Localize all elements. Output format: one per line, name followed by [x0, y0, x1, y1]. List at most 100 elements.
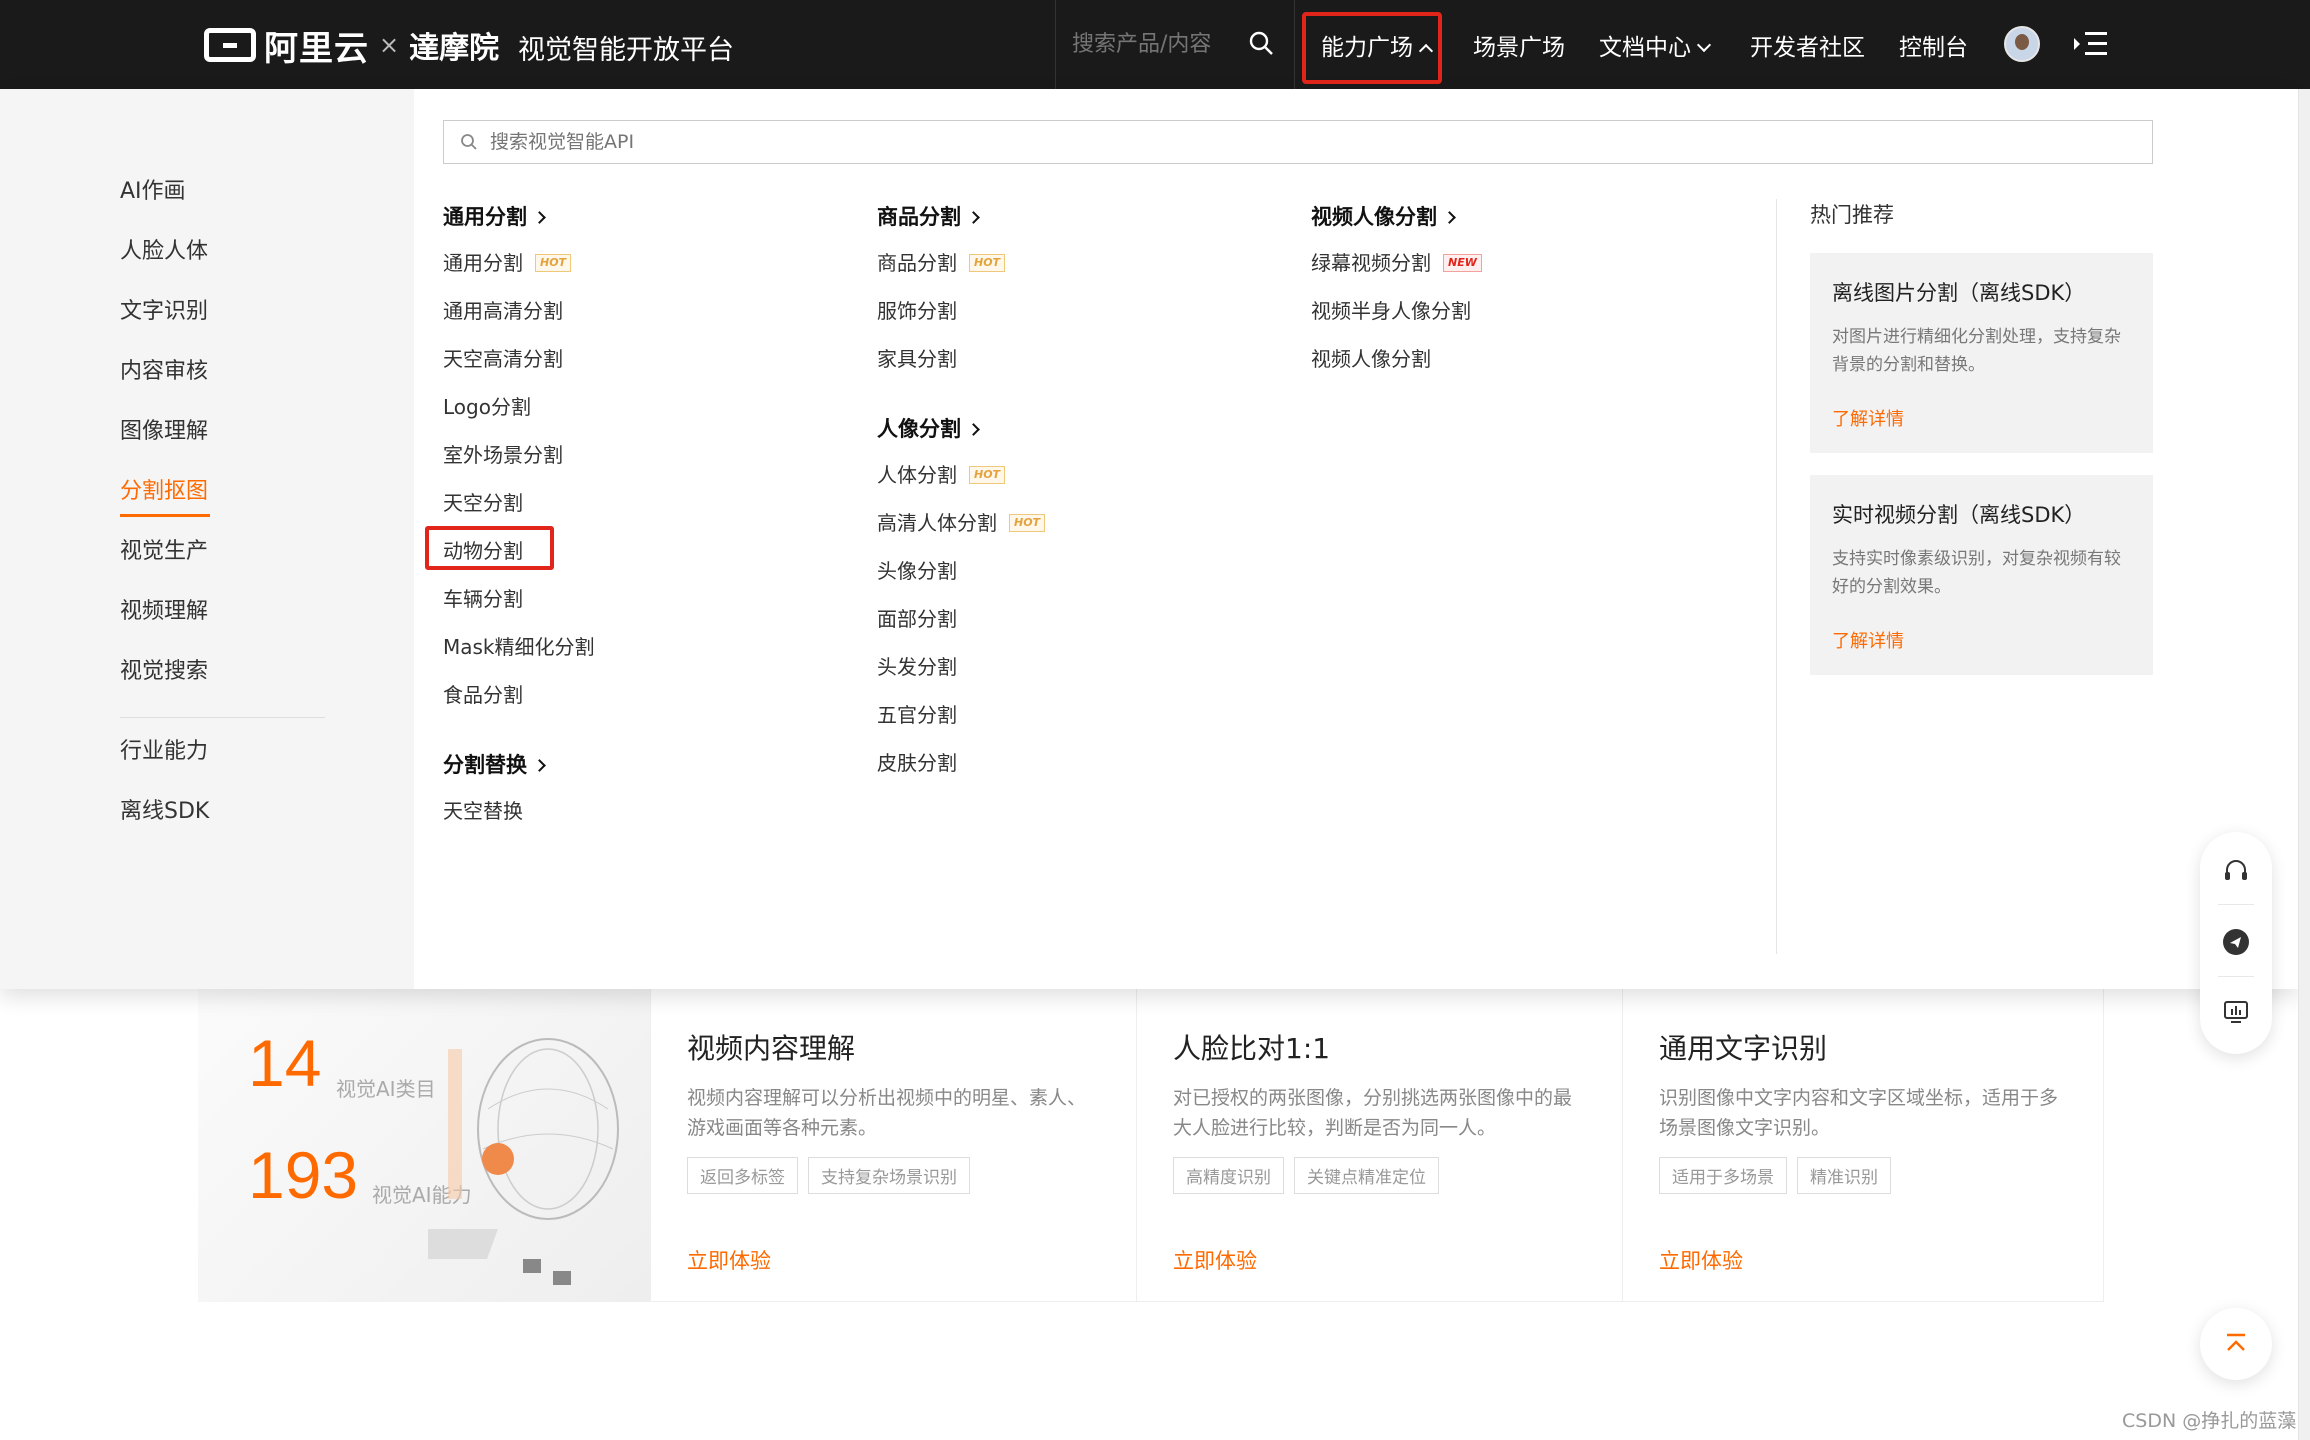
product-card[interactable]: 人脸比对1:1 对已授权的两张图像，分别挑选两张图像中的最大人脸进行比较，判断是…	[1136, 989, 1622, 1302]
product-card[interactable]: 通用文字识别 识别图像中文字内容和文字区域坐标，适用于多场景图像文字识别。 适用…	[1622, 989, 2104, 1302]
product-tag: 精准识别	[1797, 1157, 1891, 1194]
stat-number: 193	[248, 1138, 359, 1212]
sidebar-item-face-body[interactable]: 人脸人体	[120, 233, 208, 265]
active-indicator	[120, 514, 210, 517]
avatar[interactable]	[2004, 26, 2040, 62]
platform-title[interactable]: 视觉智能开放平台	[518, 28, 734, 67]
aliyun-logo[interactable]: 阿里云 × 達摩院	[204, 24, 500, 69]
damo-logo-text: 達摩院	[409, 31, 500, 66]
api-link-label: 绿幕视频分割	[1311, 251, 1431, 275]
api-link[interactable]: 车辆分割	[443, 583, 523, 612]
try-now-link[interactable]: 立即体验	[1173, 1245, 1257, 1275]
recommend-card[interactable]: 实时视频分割（离线SDK） 支持实时像素级识别，对复杂视频有较好的分割效果。 了…	[1810, 475, 2153, 675]
sidebar-item-segmentation[interactable]: 分割抠图	[120, 473, 208, 505]
api-link[interactable]: 天空高清分割	[443, 343, 563, 372]
sidebar-item-offline-sdk[interactable]: 离线SDK	[120, 793, 209, 825]
section-replace[interactable]: 分割替换	[443, 749, 546, 779]
section-video-seg[interactable]: 视频人像分割	[1311, 201, 1456, 231]
section-portrait-seg[interactable]: 人像分割	[877, 413, 980, 443]
nav-search-input[interactable]	[1072, 32, 1222, 57]
api-link[interactable]: 商品分割 HOT	[877, 247, 1006, 276]
section-title: 通用分割	[443, 205, 527, 229]
api-link[interactable]: 天空分割	[443, 487, 523, 516]
api-link[interactable]: 视频半身人像分割	[1311, 295, 1471, 324]
sidebar-item-image-understanding[interactable]: 图像理解	[120, 413, 208, 445]
api-link[interactable]: 皮肤分割	[877, 747, 957, 776]
section-goods-seg[interactable]: 商品分割	[877, 201, 980, 231]
hot-recommend-title: 热门推荐	[1810, 203, 1894, 227]
product-desc: 识别图像中文字内容和文字区域坐标，适用于多场景图像文字识别。	[1659, 1087, 2059, 1139]
top-nav: 阿里云 × 達摩院 视觉智能开放平台 能力广场 场景广场 文档中心 开发者社区 …	[0, 0, 2310, 89]
section-general-seg[interactable]: 通用分割	[443, 201, 546, 231]
product-title: 人脸比对1:1	[1173, 1032, 1331, 1065]
api-link[interactable]: 绿幕视频分割 NEW	[1311, 247, 1482, 276]
api-link[interactable]: Logo分割	[443, 391, 531, 420]
product-tag: 支持复杂场景识别	[808, 1157, 970, 1194]
column-divider	[1776, 199, 1777, 954]
chevron-right-icon	[967, 211, 980, 224]
nav-item-console[interactable]: 控制台	[1899, 28, 1968, 62]
sidebar-item-visual-production[interactable]: 视觉生产	[120, 533, 208, 565]
customer-service-icon[interactable]	[2222, 858, 2250, 886]
api-link[interactable]: 通用分割 HOT	[443, 247, 572, 276]
try-now-link[interactable]: 立即体验	[1659, 1245, 1743, 1275]
search-icon[interactable]	[1248, 30, 1274, 56]
capability-dropdown: AI作画 人脸人体 文字识别 内容审核 图像理解 分割抠图 视觉生产 视频理解 …	[0, 89, 2298, 989]
product-showcase: 14 视觉AI类目 193 视觉AI能力 视频内容理解 视频内容理解可以分析出视…	[198, 989, 2104, 1302]
section-title: 视频人像分割	[1311, 205, 1437, 229]
nav-item-community[interactable]: 开发者社区	[1750, 28, 1865, 62]
api-link[interactable]: 五官分割	[877, 699, 957, 728]
sidebar-divider	[120, 717, 325, 718]
hot-badge: HOT	[535, 253, 572, 272]
sidebar-item-video-understanding[interactable]: 视频理解	[120, 593, 208, 625]
api-link[interactable]: 服饰分割	[877, 295, 957, 324]
api-link[interactable]: 头像分割	[877, 555, 957, 584]
card-desc: 支持实时像素级识别，对复杂视频有较好的分割效果。	[1832, 549, 2121, 597]
api-link[interactable]: 天空替换	[443, 795, 523, 824]
api-search-input[interactable]	[490, 131, 1090, 153]
menu-collapse-icon[interactable]	[2074, 30, 2108, 58]
hot-badge: HOT	[1009, 513, 1046, 532]
learn-more-link[interactable]: 了解详情	[1832, 405, 2131, 431]
api-link[interactable]: 头发分割	[877, 651, 957, 680]
product-tag: 高精度识别	[1173, 1157, 1284, 1194]
hero-illustration	[428, 1038, 619, 1285]
api-link[interactable]: 视频人像分割	[1311, 343, 1431, 372]
dashboard-icon[interactable]	[2222, 998, 2250, 1026]
sidebar-item-moderation[interactable]: 内容审核	[120, 353, 208, 385]
nav-item-scenario[interactable]: 场景广场	[1473, 28, 1565, 62]
api-link[interactable]: Mask精细化分割	[443, 631, 595, 660]
page-scrollbar[interactable]	[2298, 89, 2310, 1440]
recommend-card[interactable]: 离线图片分割（离线SDK） 对图片进行精细化分割处理，支持复杂背景的分割和替换。…	[1810, 253, 2153, 453]
api-link[interactable]: 通用高清分割	[443, 295, 563, 324]
highlight-box	[1302, 12, 1442, 84]
sidebar-item-ocr[interactable]: 文字识别	[120, 293, 208, 325]
toolbar-divider	[2218, 904, 2254, 905]
api-link[interactable]: 食品分割	[443, 679, 523, 708]
product-card[interactable]: 视频内容理解 视频内容理解可以分析出视频中的明星、素人、游戏画面等各种元素。 返…	[650, 989, 1136, 1302]
sidebar-item-ai-art[interactable]: AI作画	[120, 173, 186, 205]
nav-item-docs[interactable]: 文档中心	[1599, 28, 1712, 62]
learn-more-link[interactable]: 了解详情	[1832, 627, 2131, 653]
feedback-icon[interactable]	[2222, 928, 2250, 956]
card-title: 实时视频分割（离线SDK）	[1832, 503, 2086, 527]
sidebar-item-industry[interactable]: 行业能力	[120, 733, 208, 765]
api-link[interactable]: 面部分割	[877, 603, 957, 632]
product-title: 通用文字识别	[1659, 1032, 1828, 1065]
arrow-up-icon	[2227, 1333, 2245, 1351]
category-sidebar: AI作画 人脸人体 文字识别 内容审核 图像理解 分割抠图 视觉生产 视频理解 …	[0, 89, 414, 989]
section-title: 商品分割	[877, 205, 961, 229]
highlight-box	[425, 526, 554, 570]
api-link[interactable]: 室外场景分割	[443, 439, 563, 468]
card-title: 离线图片分割（离线SDK）	[1832, 281, 2086, 305]
back-to-top-button[interactable]	[2200, 1308, 2272, 1380]
sidebar-item-visual-search[interactable]: 视觉搜索	[120, 653, 208, 685]
api-link[interactable]: 人体分割 HOT	[877, 459, 1006, 488]
product-title: 视频内容理解	[687, 1032, 856, 1065]
aliyun-logo-icon	[204, 28, 256, 62]
product-tag: 返回多标签	[687, 1157, 798, 1194]
try-now-link[interactable]: 立即体验	[687, 1245, 771, 1275]
floating-toolbar	[2200, 832, 2272, 1054]
api-link[interactable]: 高清人体分割 HOT	[877, 507, 1046, 536]
api-link[interactable]: 家具分割	[877, 343, 957, 372]
